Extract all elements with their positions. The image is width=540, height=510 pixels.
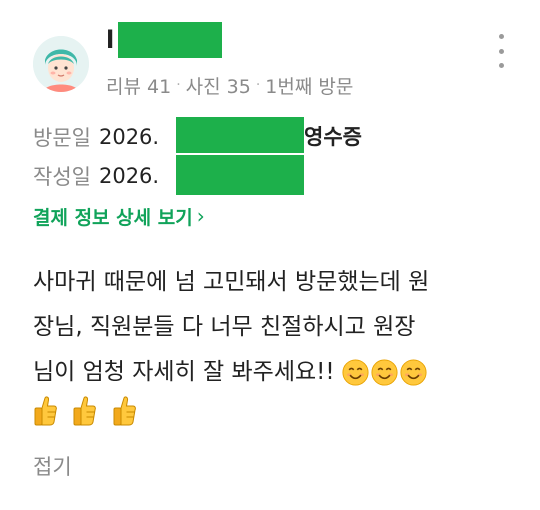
chevron-right-icon: ›: [196, 204, 205, 228]
redacted-name: [118, 22, 223, 58]
photo-count: 사진 35: [185, 75, 251, 98]
review-line-with-emoji: 님이 엄청 자세히 잘 봐주세요!!: [33, 350, 513, 395]
payment-details-label[interactable]: 결제 정보 상세 보기: [33, 203, 193, 230]
thumbs-up-icon: [73, 396, 97, 426]
thumbs-up-icon: [34, 396, 57, 426]
collapse-button[interactable]: 접기: [33, 452, 72, 482]
written-date-value: 2026.: [98, 164, 160, 188]
more-options-icon[interactable]: [492, 34, 510, 68]
redacted-visit-date: [176, 117, 304, 153]
smiling-face-icon: [371, 359, 398, 386]
reviewer-name[interactable]: l: [106, 22, 114, 58]
thumbs-row: [33, 395, 513, 440]
separator-dot: ·: [255, 77, 261, 93]
reviewer-name-row[interactable]: l: [106, 22, 223, 58]
written-date-row: 작성일 2026.: [33, 161, 159, 191]
avatar-icon: [33, 36, 89, 92]
visit-date-row: 방문일 2026.: [33, 122, 159, 152]
reviewer-stats: 리뷰 41 · 사진 35 · 1번째 방문: [106, 72, 353, 98]
review-text: 사마귀 때문에 넘 고민돼서 방문했는데 원 장님, 직원분들 다 너무 친절하…: [33, 260, 513, 440]
visit-date-label: 방문일: [33, 126, 91, 150]
written-date-label: 작성일: [33, 165, 91, 189]
smiling-face-icon: [342, 359, 369, 386]
thumbs-up-icon: [113, 396, 136, 426]
visit-date-value: 2026.: [98, 125, 160, 149]
redacted-written-date: [176, 155, 304, 195]
review-line: 님이 엄청 자세히 잘 봐주세요!!: [33, 359, 335, 385]
review-count: 리뷰 41: [106, 75, 172, 98]
review-line: 장님, 직원분들 다 너무 친절하시고 원장: [33, 314, 416, 340]
smiling-face-icon: [400, 359, 427, 386]
receipt-badge: 영수증: [304, 125, 362, 149]
visit-number: 1번째 방문: [265, 75, 354, 98]
review-line: 사마귀 때문에 넘 고민돼서 방문했는데 원: [33, 269, 430, 295]
separator-dot: ·: [176, 77, 181, 93]
payment-details-link[interactable]: 결제 정보 상세 보기 ›: [33, 201, 205, 231]
avatar[interactable]: [33, 36, 89, 92]
